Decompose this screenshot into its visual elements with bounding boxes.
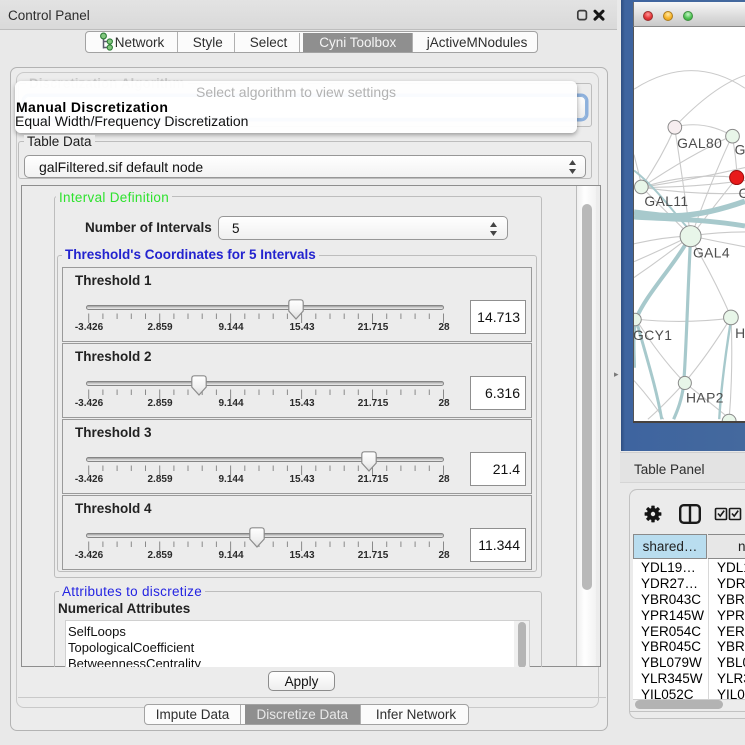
svg-text:GAL80: GAL80 — [677, 135, 722, 151]
svg-text:GAL11: GAL11 — [644, 193, 688, 209]
svg-text:HAP2: HAP2 — [686, 389, 724, 405]
svg-text:G.: G. — [735, 142, 745, 158]
svg-text:H: H — [735, 325, 745, 341]
svg-text:GAL4: GAL4 — [693, 245, 730, 261]
svg-text:C: C — [739, 185, 745, 201]
svg-text:GCY1: GCY1 — [633, 327, 672, 343]
